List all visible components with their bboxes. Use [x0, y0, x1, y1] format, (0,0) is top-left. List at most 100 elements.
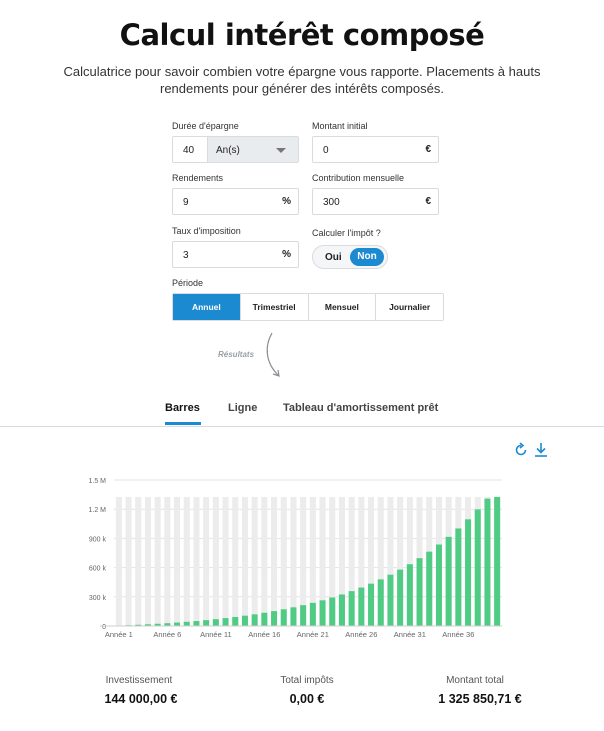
toggle-oui[interactable]: Oui: [325, 252, 342, 263]
chart-tabs: Barres Ligne Tableau d'amortissement prê…: [0, 396, 604, 427]
bar-background: [183, 496, 190, 626]
x-tick-label: Année 36: [442, 630, 474, 639]
bar-background: [271, 496, 278, 626]
taux-label: Taux d'imposition: [172, 226, 241, 236]
impots-value: 0,00 €: [289, 692, 325, 706]
periode-trimestriel[interactable]: Trimestriel: [239, 294, 308, 320]
bar[interactable]: [222, 618, 229, 626]
bar[interactable]: [203, 620, 210, 626]
bar[interactable]: [445, 536, 452, 626]
x-tick-label: Année 26: [345, 630, 377, 639]
euro-unit: €: [425, 196, 431, 207]
bar[interactable]: [290, 607, 297, 626]
bar-background: [222, 496, 229, 626]
investissement-label: Investissement: [105, 675, 173, 686]
bar[interactable]: [368, 583, 375, 626]
active-tab-indicator: [165, 422, 201, 425]
bar[interactable]: [329, 597, 336, 626]
bar[interactable]: [358, 587, 365, 626]
bar[interactable]: [232, 616, 239, 626]
x-tick-label: Année 11: [200, 630, 232, 639]
tab-ligne[interactable]: Ligne: [228, 402, 257, 414]
percent-unit: %: [282, 196, 291, 207]
x-tick-label: Année 16: [248, 630, 280, 639]
periode-label: Période: [172, 278, 204, 288]
download-icon[interactable]: [533, 441, 549, 459]
y-tick-label: 600 k: [89, 566, 107, 573]
bar[interactable]: [271, 611, 278, 626]
duree-label: Durée d'épargne: [172, 121, 239, 131]
bar[interactable]: [426, 551, 433, 626]
impot-toggle[interactable]: Oui Non: [312, 245, 388, 269]
bar-background: [174, 496, 181, 626]
chevron-down-icon: [276, 148, 286, 153]
bar-background: [280, 496, 287, 626]
contribution-input[interactable]: 300 €: [312, 188, 439, 215]
bar[interactable]: [261, 612, 268, 626]
bar[interactable]: [174, 622, 181, 626]
bar-background: [193, 496, 200, 626]
bar[interactable]: [465, 519, 472, 626]
duree-value: 40: [183, 145, 195, 156]
bar[interactable]: [212, 619, 219, 626]
bar[interactable]: [387, 574, 394, 626]
bar[interactable]: [455, 528, 462, 626]
bar-chart: 0300 k600 k900 k1.2 M1.5 MAnnée 1 Année 6…: [88, 478, 502, 639]
bar-background: [241, 496, 248, 626]
bar-background: [261, 496, 268, 626]
investissement-value: 144 000,00 €: [104, 692, 178, 706]
x-tick-label: Année 1: [105, 630, 133, 639]
rendements-value: 9: [183, 197, 189, 208]
bar[interactable]: [193, 621, 200, 626]
bar[interactable]: [484, 498, 491, 626]
bar[interactable]: [377, 579, 384, 626]
toggle-non[interactable]: Non: [350, 248, 384, 266]
bar[interactable]: [397, 569, 404, 626]
bar[interactable]: [309, 602, 316, 626]
percent-unit: %: [282, 249, 291, 260]
bar[interactable]: [494, 496, 501, 626]
bar[interactable]: [300, 605, 307, 626]
rendements-input[interactable]: 9 %: [172, 188, 299, 215]
y-tick-label: 1.5 M: [88, 478, 106, 485]
tab-tableau[interactable]: Tableau d'amortissement prêt: [283, 402, 438, 414]
bar[interactable]: [348, 591, 355, 626]
refresh-icon[interactable]: [513, 442, 529, 458]
bar[interactable]: [416, 558, 423, 626]
periode-annuel[interactable]: Annuel: [173, 294, 240, 320]
bar-background: [144, 496, 151, 626]
page-subtitle: Calculatrice pour savoir combien votre é…: [63, 64, 541, 96]
bar-background: [154, 496, 161, 626]
y-tick-label: 1.2 M: [88, 507, 106, 514]
bar-background: [290, 496, 297, 626]
euro-unit: €: [425, 144, 431, 155]
bar[interactable]: [406, 564, 413, 626]
duree-unit-select[interactable]: An(s): [207, 137, 298, 162]
taux-input[interactable]: 3 %: [172, 241, 299, 268]
duree-unit-value: An(s): [216, 145, 240, 156]
bar-background: [251, 496, 258, 626]
bar[interactable]: [474, 509, 481, 626]
duree-field[interactable]: 40 An(s): [172, 136, 299, 163]
resultats-label: Résultats: [218, 350, 255, 359]
bar[interactable]: [338, 594, 345, 626]
tab-barres[interactable]: Barres: [165, 402, 200, 414]
periode-journalier[interactable]: Journalier: [375, 294, 443, 320]
impots-label: Total impôts: [280, 675, 334, 686]
montant-input[interactable]: 0 €: [312, 136, 439, 163]
periode-mensuel[interactable]: Mensuel: [307, 294, 376, 320]
bar[interactable]: [319, 600, 326, 626]
bar-background: [135, 496, 142, 626]
montant-label: Montant initial: [312, 121, 368, 131]
bar[interactable]: [183, 621, 190, 626]
bar[interactable]: [251, 614, 258, 626]
x-tick-label: Année 21: [297, 630, 329, 639]
bar-background: [125, 496, 132, 626]
bar-background: [212, 496, 219, 626]
bar[interactable]: [241, 615, 248, 626]
bar-background: [164, 496, 171, 626]
contribution-label: Contribution mensuelle: [312, 173, 405, 183]
bar-background: [232, 496, 239, 626]
bar[interactable]: [280, 609, 287, 626]
bar[interactable]: [435, 544, 442, 626]
